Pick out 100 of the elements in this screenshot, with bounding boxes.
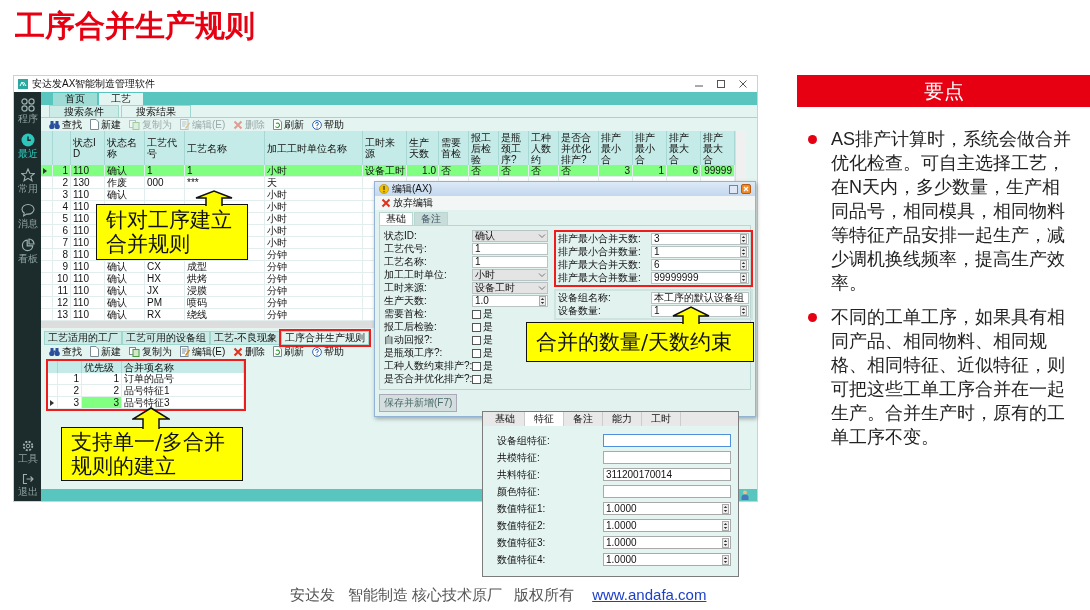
table-cell: 天 [265,177,363,189]
toolbar-button[interactable]: 查找 [49,345,82,358]
tab[interactable]: 搜索条件 [49,105,119,117]
text-field[interactable]: 1 [472,256,548,268]
toolbar-button[interactable]: 帮助 [312,118,345,131]
maximize-icon[interactable] [717,80,725,88]
table-row-marker[interactable] [48,373,58,385]
table-cell: 1 [633,165,667,177]
tab[interactable]: 工艺 [99,93,143,105]
spinner-icon[interactable] [740,260,747,270]
sidebar-item[interactable]: 看板 [17,238,38,264]
table-row-marker[interactable] [41,189,53,201]
spinner-icon[interactable] [722,503,729,514]
tab[interactable]: 工序合并生产规则 [281,331,370,345]
toolbar-button[interactable]: 新建 [90,118,121,131]
website-link[interactable]: www.andafa.com [592,586,707,604]
tab[interactable]: 工时 [642,412,681,426]
text-field[interactable]: 311200170014 [603,468,731,481]
tab[interactable]: 工艺可用的设备组 [122,331,210,345]
restore-icon[interactable] [729,184,738,194]
toolbar-button[interactable]: 复制为 [129,345,172,358]
tab[interactable]: 工艺-不良现象 [210,331,282,345]
toolbar-button[interactable]: 刷新 [273,345,305,358]
spinner-icon[interactable] [740,234,747,244]
toolbar-button[interactable]: 删除 [233,345,266,358]
bullet-icon [808,313,817,322]
dropdown-field[interactable]: 确认 [472,230,548,242]
tab[interactable]: 特征 [525,412,564,426]
number-field[interactable]: 99999999 [651,272,749,284]
spinner-icon[interactable] [722,537,729,548]
column-header: 工种人数约 [529,131,559,165]
text-field[interactable] [603,485,731,498]
spinner-icon[interactable] [740,273,747,283]
save-button[interactable]: 保存并新增(F7) [379,394,458,412]
toolbar-button[interactable]: 放弃编辑 [381,197,433,209]
text-field[interactable]: 1 [472,243,548,255]
tab[interactable]: 工艺适用的工厂 [44,331,122,345]
text-field[interactable]: 本工序的默认设备组 [651,292,749,304]
number-field[interactable]: 1.0 [472,295,548,307]
tab[interactable]: 备注 [414,212,448,225]
number-field[interactable]: 1.0000 [603,553,731,566]
checkbox[interactable] [472,361,481,371]
table-row-marker[interactable] [41,237,53,249]
spinner-icon[interactable] [722,554,729,565]
number-field[interactable]: 3 [651,233,749,245]
sidebar-item[interactable]: 常用 [17,168,38,194]
table-row-marker[interactable] [41,297,53,309]
number-field[interactable]: 1.0000 [603,536,731,549]
sidebar-item[interactable]: 消息 [17,203,38,229]
tab[interactable]: 首页 [53,93,97,105]
table-row-marker[interactable] [41,165,53,177]
sidebar-item[interactable]: 最近 [17,133,38,159]
sidebar-item[interactable]: 程序 [17,98,38,124]
toolbar-button[interactable]: 刷新 [273,118,305,131]
table-cell: JX [145,285,185,297]
spinner-icon[interactable] [740,247,747,257]
checkbox[interactable] [472,309,481,319]
table-row-marker[interactable] [41,261,53,273]
table-row-marker[interactable] [41,201,53,213]
spinner-icon[interactable] [539,296,546,306]
close-icon[interactable] [741,184,751,194]
table-cell: 12 [53,297,71,309]
table-row-marker[interactable] [41,177,53,189]
sidebar-item[interactable]: 退出 [17,473,38,497]
tab[interactable]: 搜索结果 [121,105,191,117]
table-row-marker[interactable] [48,385,58,397]
toolbar-button[interactable]: 编辑(E) [180,345,226,358]
number-field[interactable]: 1.0000 [603,502,731,515]
column-header: 加工工时单位名称 [265,131,363,165]
toolbar-button[interactable]: 新建 [90,345,121,358]
table-row-marker[interactable] [41,249,53,261]
table-cell: 000 [145,177,185,189]
table-row-marker[interactable] [48,397,58,409]
spinner-icon[interactable] [722,520,729,531]
checkbox[interactable] [472,374,481,384]
field-label: 生产天数: [384,294,428,308]
table-row-marker[interactable] [41,273,53,285]
checkbox[interactable] [472,335,481,345]
dropdown-field[interactable]: 设备工时 [472,282,548,294]
tab[interactable]: 基础 [379,212,413,225]
checkbox[interactable] [472,348,481,358]
text-field[interactable] [603,451,731,464]
dropdown-field[interactable]: 小时 [472,269,548,281]
number-field[interactable]: 6 [651,259,749,271]
number-field[interactable]: 1 [651,246,749,258]
close-icon[interactable] [739,80,747,88]
table-row-marker[interactable] [41,213,53,225]
checkbox[interactable] [472,322,481,332]
column-header: 是瓶颈工序? [499,131,529,165]
table-cell: 3 [53,189,71,201]
table-row-marker[interactable] [41,285,53,297]
table-cell: 确认 [105,297,145,309]
number-field[interactable]: 1.0000 [603,519,731,532]
table-row-marker[interactable] [41,225,53,237]
tab[interactable]: 能力 [603,412,642,426]
tab[interactable]: 备注 [564,412,603,426]
sidebar-item[interactable]: 工具 [17,440,38,464]
toolbar-button[interactable]: 查找 [49,118,82,131]
toolbar-button[interactable]: 帮助 [312,345,345,358]
text-field[interactable] [603,434,731,447]
